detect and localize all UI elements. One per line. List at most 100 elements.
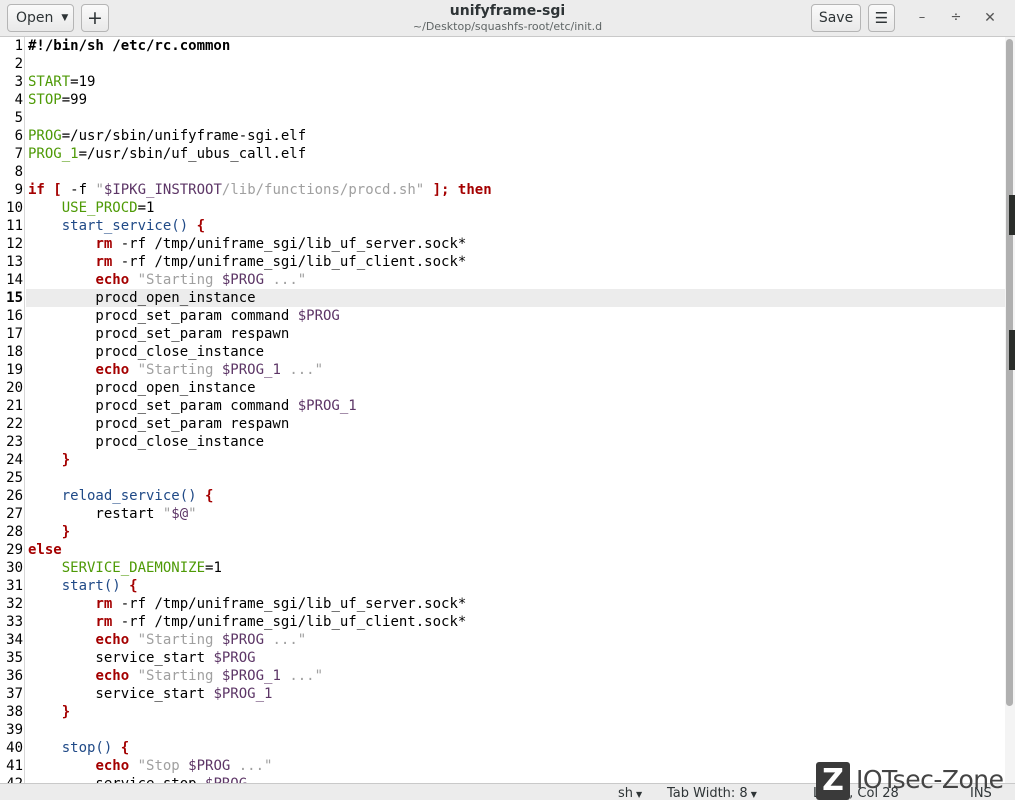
line-number: 7 xyxy=(14,146,23,162)
code-line[interactable]: rm -rf /tmp/uniframe_sgi/lib_uf_client.s… xyxy=(28,613,466,631)
code-line[interactable]: reload_service() { xyxy=(28,487,214,505)
code-line[interactable]: procd_set_param respawn xyxy=(28,415,289,433)
code-token: ..." xyxy=(264,632,307,648)
code-line[interactable]: procd_open_instance xyxy=(28,379,256,397)
code-line[interactable]: USE_PROCD=1 xyxy=(28,199,155,217)
code-line[interactable]: STOP=99 xyxy=(28,91,87,109)
code-line[interactable]: START=19 xyxy=(28,73,95,91)
code-line[interactable]: start() { xyxy=(28,577,138,595)
code-token: $PROG xyxy=(213,650,256,666)
watermark-text: IOTsec-Zone xyxy=(856,765,1004,794)
code-line[interactable]: rm -rf /tmp/uniframe_sgi/lib_uf_server.s… xyxy=(28,235,466,253)
line-number: 12 xyxy=(6,236,23,252)
code-token: $PROG xyxy=(205,776,247,783)
code-token: =1 xyxy=(137,200,155,216)
hamburger-menu-icon[interactable]: ☰ xyxy=(868,4,895,32)
code-line[interactable]: } xyxy=(28,523,70,541)
code-line[interactable]: } xyxy=(28,451,70,469)
code-token: } xyxy=(61,524,71,540)
line-number: 2 xyxy=(14,56,23,72)
line-number: 6 xyxy=(14,128,23,144)
code-line[interactable]: procd_open_instance xyxy=(28,289,255,307)
code-line[interactable]: SERVICE_DAEMONIZE=1 xyxy=(28,559,222,577)
code-line[interactable]: procd_set_param respawn xyxy=(28,325,289,343)
code-token: procd_open_instance xyxy=(28,380,256,396)
code-line[interactable]: echo "Stop $PROG ..." xyxy=(28,757,272,775)
tab-width-selector[interactable]: Tab Width: 8 ▼ xyxy=(667,786,757,800)
line-number: 8 xyxy=(14,164,23,180)
code-editor[interactable]: 1 #!/bin/sh /etc/rc.common 2 3 START=19 4 STOP… xyxy=(0,37,1005,783)
line-number: 24 xyxy=(6,452,23,468)
line-number: 9 xyxy=(14,182,23,198)
code-token: $IPKG_INSTROOT xyxy=(103,182,222,198)
code-token: ..." xyxy=(280,362,324,378)
code-line[interactable]: PROG=/usr/sbin/unifyframe-sgi.elf xyxy=(28,127,306,145)
code-line[interactable]: rm -rf /tmp/uniframe_sgi/lib_uf_client.s… xyxy=(28,253,466,271)
line-number: 15 xyxy=(6,290,23,306)
code-line[interactable]: echo "Starting $PROG_1 ..." xyxy=(28,361,323,379)
line-number: 20 xyxy=(6,380,23,396)
code-line[interactable]: start_service() { xyxy=(28,217,205,235)
line-number: 31 xyxy=(6,578,23,594)
language-selector[interactable]: sh ▼ xyxy=(618,786,642,800)
code-line[interactable]: stop() { xyxy=(28,739,129,757)
code-line[interactable]: rm -rf /tmp/uniframe_sgi/lib_uf_server.s… xyxy=(28,595,466,613)
code-line[interactable]: if [ -f "$IPKG_INSTROOT/lib/functions/pr… xyxy=(28,181,492,199)
code-line[interactable]: echo "Starting $PROG ..." xyxy=(28,631,306,649)
code-token: " xyxy=(95,182,104,198)
code-token: "Starting xyxy=(129,632,222,648)
code-token: procd_close_instance xyxy=(28,434,265,450)
code-line[interactable]: service_start $PROG_1 xyxy=(28,685,272,703)
line-number: 34 xyxy=(6,632,23,648)
code-token: $PROG_1 xyxy=(297,398,357,414)
code-token: if [ xyxy=(28,182,71,198)
chevron-down-icon: ▼ xyxy=(636,790,643,799)
code-line[interactable]: service_start $PROG xyxy=(28,649,256,667)
save-button[interactable]: Save xyxy=(811,4,861,32)
line-number: 11 xyxy=(6,218,23,234)
code-token: PROG xyxy=(28,128,62,144)
code-line[interactable]: #!/bin/sh /etc/rc.common xyxy=(28,37,230,55)
code-token: service_stop xyxy=(28,776,205,783)
line-number: 29 xyxy=(6,542,23,558)
code-token: else xyxy=(28,542,62,558)
code-token: #!/bin/sh /etc/rc.common xyxy=(28,38,231,54)
code-line[interactable]: } xyxy=(28,703,70,721)
watermark: Z IOTsec-Zone xyxy=(816,762,1015,800)
code-line[interactable]: PROG_1=/usr/sbin/uf_ubus_call.elf xyxy=(28,145,306,163)
code-line[interactable]: restart "$@" xyxy=(28,505,196,523)
scrollbar-thumb[interactable] xyxy=(1006,39,1013,706)
code-line[interactable]: else xyxy=(28,541,62,559)
code-line[interactable]: service_stop $PROG xyxy=(28,775,247,783)
code-token: { xyxy=(196,488,214,504)
code-line[interactable]: procd_set_param command $PROG_1 xyxy=(28,397,357,415)
code-token: -rf /tmp/uniframe_sgi/lib_uf_client.sock… xyxy=(112,254,467,270)
code-token: { xyxy=(188,218,206,234)
maximize-icon[interactable]: ÷ xyxy=(946,8,966,28)
code-line[interactable]: echo "Starting $PROG ..." xyxy=(28,271,306,289)
code-token: =19 xyxy=(70,74,96,90)
code-token: $PROG_1 xyxy=(213,686,273,702)
code-line[interactable]: procd_close_instance xyxy=(28,433,264,451)
close-icon[interactable]: ✕ xyxy=(980,8,1000,28)
code-token: procd_set_param command xyxy=(28,398,298,414)
code-line[interactable]: procd_set_param command $PROG xyxy=(28,307,339,325)
minimize-icon[interactable]: – xyxy=(912,8,932,28)
vertical-scrollbar[interactable] xyxy=(1005,37,1015,783)
line-number: 13 xyxy=(6,254,23,270)
code-token: echo xyxy=(95,668,130,684)
line-number: 32 xyxy=(6,596,23,612)
code-token: "Stop xyxy=(129,758,189,774)
line-number: 25 xyxy=(6,470,23,486)
code-token: procd_set_param respawn xyxy=(28,416,290,432)
code-line[interactable]: echo "Starting $PROG_1 ..." xyxy=(28,667,323,685)
code-line[interactable]: procd_close_instance xyxy=(28,343,264,361)
